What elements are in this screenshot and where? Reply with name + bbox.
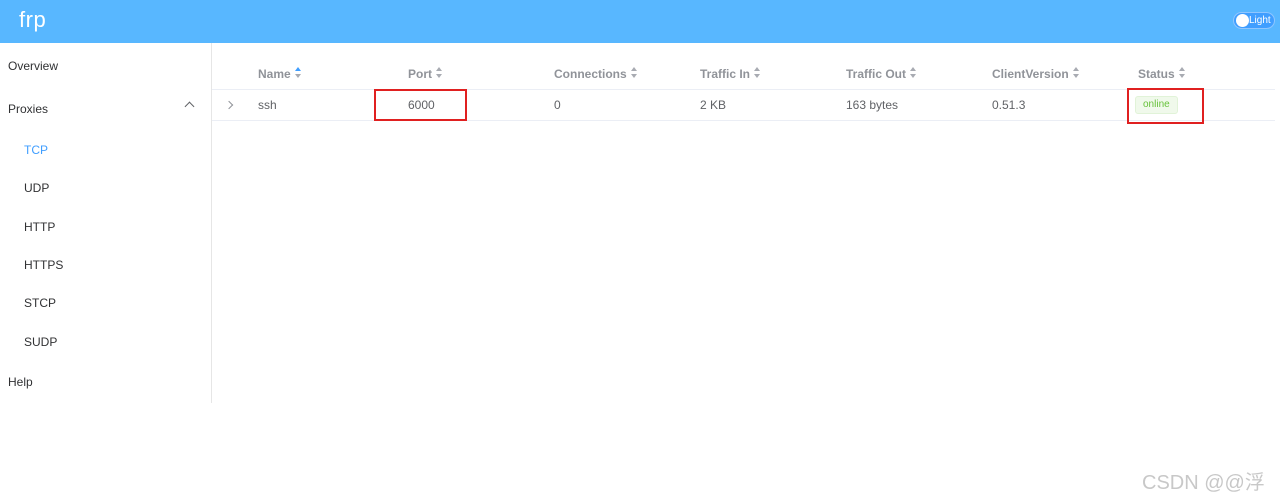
column-header-traffic-out[interactable]: Traffic Out — [846, 67, 918, 81]
theme-toggle-label: Light — [1249, 15, 1271, 26]
column-header-port[interactable]: Port — [408, 67, 444, 81]
table-header: Name Port Connections Traffic In Traffic… — [212, 57, 1275, 90]
sort-icon[interactable] — [1072, 67, 1081, 79]
cell-name: ssh — [258, 98, 277, 112]
highlight-box-port — [374, 89, 467, 121]
column-header-traffic-in[interactable]: Traffic In — [700, 67, 762, 81]
sidebar-item-stcp[interactable]: STCP — [24, 296, 56, 310]
sidebar-item-tcp[interactable]: TCP — [24, 143, 48, 157]
sidebar-item-https[interactable]: HTTPS — [24, 258, 63, 272]
sort-icon[interactable] — [294, 67, 303, 79]
cell-traffic-in: 2 KB — [700, 98, 727, 112]
cell-client-version: 0.51.3 — [992, 98, 1026, 112]
sort-icon[interactable] — [754, 67, 762, 79]
sidebar-item-overview[interactable]: Overview — [8, 59, 219, 73]
column-header-connections[interactable]: Connections — [554, 67, 639, 81]
main-content: Name Port Connections Traffic In Traffic… — [212, 43, 1280, 403]
sort-icon[interactable] — [910, 67, 918, 79]
watermark: CSDN @@浮 — [1142, 472, 1265, 494]
theme-toggle[interactable]: Light — [1233, 12, 1275, 29]
sidebar-item-help[interactable]: Help — [8, 375, 219, 389]
sort-icon[interactable] — [1178, 67, 1187, 79]
chevron-right-icon[interactable] — [224, 100, 234, 110]
column-header-status[interactable]: Status — [1138, 67, 1187, 81]
sidebar-item-udp[interactable]: UDP — [24, 181, 49, 195]
highlight-box-status — [1127, 88, 1204, 124]
column-header-client-version[interactable]: ClientVersion — [992, 67, 1081, 81]
sort-icon[interactable] — [436, 67, 444, 79]
sort-icon[interactable] — [630, 67, 639, 79]
cell-connections: 0 — [554, 98, 561, 112]
app-logo[interactable]: frp — [19, 7, 46, 33]
cell-traffic-out: 163 bytes — [846, 98, 899, 112]
sidebar-item-sudp[interactable]: SUDP — [24, 335, 57, 349]
sidebar-item-http[interactable]: HTTP — [24, 220, 55, 234]
table-row[interactable]: ssh 6000 0 2 KB 163 bytes 0.51.3 online — [212, 90, 1275, 121]
toggle-knob-icon — [1236, 14, 1249, 27]
column-header-name[interactable]: Name — [258, 67, 303, 81]
sidebar: Overview Proxies TCP UDP HTTP HTTPS STCP… — [0, 43, 212, 403]
app-header: frp Light — [0, 0, 1280, 43]
